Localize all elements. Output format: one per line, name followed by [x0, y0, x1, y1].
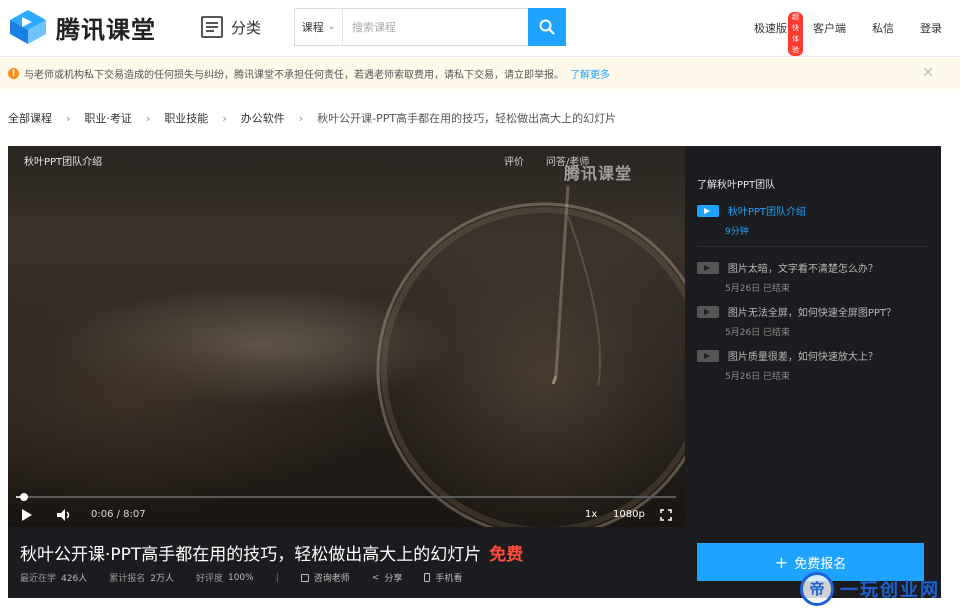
- video-badge-icon: [697, 305, 719, 318]
- video-badge-icon: [697, 349, 719, 362]
- login-link[interactable]: 登录: [920, 20, 942, 36]
- category-menu[interactable]: 分类: [201, 16, 261, 38]
- watermark-text: 一玩创业网: [840, 579, 940, 601]
- player-watermark: 腾讯课堂: [564, 164, 633, 183]
- fast-version-link[interactable]: 极速版 超快体验: [754, 12, 803, 56]
- client-link[interactable]: 客户端: [813, 20, 846, 36]
- free-badge: 免费: [489, 545, 524, 565]
- plus-icon: +: [774, 552, 789, 572]
- search-input[interactable]: [343, 9, 528, 45]
- chapter-item[interactable]: 图片质量很差，如何快速放大上？ 5月26日 已结束: [697, 348, 878, 382]
- watermark-logo-icon: 帝: [800, 571, 834, 606]
- chapter-title: 图片太暗，文字看不清楚怎么办？: [727, 264, 878, 275]
- quality-button[interactable]: 1080p: [613, 509, 645, 520]
- player-title: 秋叶PPT团队介绍: [24, 157, 103, 168]
- breadcrumb-career-cert[interactable]: 职业·考证: [84, 110, 132, 126]
- divider: [697, 246, 929, 247]
- course-stats: 最近在学 426人 累计报名 2万人 好评度 100% | 咨询老师 < 分享 …: [20, 571, 484, 585]
- notice-text: 与老师或机构私下交易造成的任何损失与纠纷，腾讯课堂不承担任何责任，若遇老师索取费…: [24, 70, 564, 81]
- search-icon: [539, 19, 555, 35]
- breadcrumb-all-courses[interactable]: 全部课程: [8, 110, 52, 126]
- video-player[interactable]: 秋叶PPT团队介绍 评价 问答/老师 腾讯课堂 0:06 / 8:07 1x 1…: [8, 146, 685, 527]
- course-title-text: 秋叶公开课·PPT高手都在用的技巧，轻松做出高大上的幻灯片: [20, 545, 482, 565]
- phone-icon: [424, 573, 431, 582]
- player-controls: 0:06 / 8:07 1x 1080p: [8, 503, 685, 527]
- mobile-watch-button[interactable]: 手机看: [424, 571, 462, 584]
- enrolled-label: 累计报名: [109, 574, 146, 584]
- chapter-title: 图片无法全屏，如何快速全屏图PPT？: [727, 308, 896, 319]
- search-bar: 课程 ⌄: [294, 8, 566, 46]
- chapter-heading: 了解秋叶PPT团队: [697, 180, 776, 191]
- category-label: 分类: [231, 18, 262, 37]
- chapter-meta: 9分钟: [725, 227, 749, 237]
- chapter-meta: 5月26日 已结束: [725, 284, 791, 294]
- chevron-right-icon: ›: [222, 111, 227, 125]
- list-icon: [201, 16, 223, 38]
- chat-icon: [300, 573, 309, 582]
- share-button[interactable]: < 分享: [371, 571, 403, 585]
- rating-value: 100%: [227, 572, 254, 583]
- review-link[interactable]: 评价: [504, 153, 524, 168]
- breadcrumb-career-skills[interactable]: 职业技能: [164, 110, 208, 126]
- learning-label: 最近在学: [20, 574, 57, 584]
- divider: |: [275, 572, 279, 583]
- chapter-item[interactable]: 秋叶PPT团队介绍 9分钟: [697, 203, 806, 237]
- notice-bar: ! 与老师或机构私下交易造成的任何损失与纠纷，腾讯课堂不承担任何责任，若遇老师索…: [0, 58, 960, 89]
- rating-label: 好评度: [195, 574, 223, 584]
- video-frame[interactable]: [8, 146, 685, 527]
- chapter-item[interactable]: 图片太暗，文字看不清楚怎么办？ 5月26日 已结束: [697, 260, 878, 294]
- breadcrumb: 全部课程 › 职业·考证 › 职业技能 › 办公软件 › 秋叶公开课-PPT高手…: [8, 110, 616, 126]
- enrolled-value: 2万人: [150, 574, 174, 584]
- chapter-item[interactable]: 图片无法全屏，如何快速全屏图PPT？ 5月26日 已结束: [697, 304, 896, 338]
- search-button[interactable]: [528, 8, 566, 46]
- share-icon: <: [371, 572, 380, 583]
- search-scope-select[interactable]: 课程 ⌄: [295, 9, 343, 45]
- learn-more-link[interactable]: 了解更多: [570, 66, 610, 81]
- time-display: 0:06 / 8:07: [91, 509, 146, 520]
- progress-bar[interactable]: [16, 493, 676, 501]
- close-icon[interactable]: ✕: [922, 65, 934, 81]
- search-scope-label: 课程: [301, 21, 324, 34]
- logo-icon: [8, 8, 48, 46]
- chapter-title: 秋叶PPT团队介绍: [727, 207, 806, 218]
- site-watermark: 帝 一玩创业网: [800, 566, 960, 611]
- top-header: 腾讯课堂 分类 课程 ⌄ 极速版 超快体验 客户端 私信 登录: [0, 0, 960, 57]
- breadcrumb-office-software[interactable]: 办公软件: [241, 110, 285, 126]
- bulb-image: [376, 185, 685, 527]
- logo[interactable]: 腾讯课堂: [8, 7, 156, 47]
- chapter-meta: 5月26日 已结束: [725, 372, 791, 382]
- progress-handle[interactable]: [19, 493, 28, 501]
- chapter-panel: 了解秋叶PPT团队 秋叶PPT团队介绍 9分钟 图片太暗，文字看不清楚怎么办？ …: [685, 146, 941, 527]
- volume-icon[interactable]: [56, 508, 72, 522]
- chevron-right-icon: ›: [298, 111, 304, 125]
- chevron-down-icon: ⌄: [327, 22, 336, 32]
- hot-badge: 超快体验: [788, 12, 803, 56]
- chapter-meta: 5月26日 已结束: [725, 328, 791, 338]
- breadcrumb-current: 秋叶公开课-PPT高手都在用的技巧，轻松做出高大上的幻灯片: [317, 112, 617, 125]
- play-icon[interactable]: [22, 509, 32, 521]
- fullscreen-icon[interactable]: [660, 509, 672, 521]
- video-badge-icon: [697, 261, 719, 274]
- video-badge-icon: [697, 204, 719, 217]
- messages-link[interactable]: 私信: [872, 20, 894, 36]
- chevron-right-icon: ›: [145, 111, 151, 125]
- course-title: 秋叶公开课·PPT高手都在用的技巧，轻松做出高大上的幻灯片 免费: [20, 540, 523, 565]
- learning-value: 426人: [61, 574, 88, 584]
- consult-teacher-button[interactable]: 咨询老师: [300, 571, 350, 584]
- top-nav: 极速版 超快体验 客户端 私信 登录: [754, 12, 942, 56]
- speed-button[interactable]: 1x: [585, 509, 597, 520]
- chevron-right-icon: ›: [66, 111, 71, 125]
- chapter-title: 图片质量很差，如何快速放大上？: [727, 352, 878, 363]
- logo-text: 腾讯课堂: [56, 15, 156, 44]
- warning-icon: !: [8, 68, 19, 79]
